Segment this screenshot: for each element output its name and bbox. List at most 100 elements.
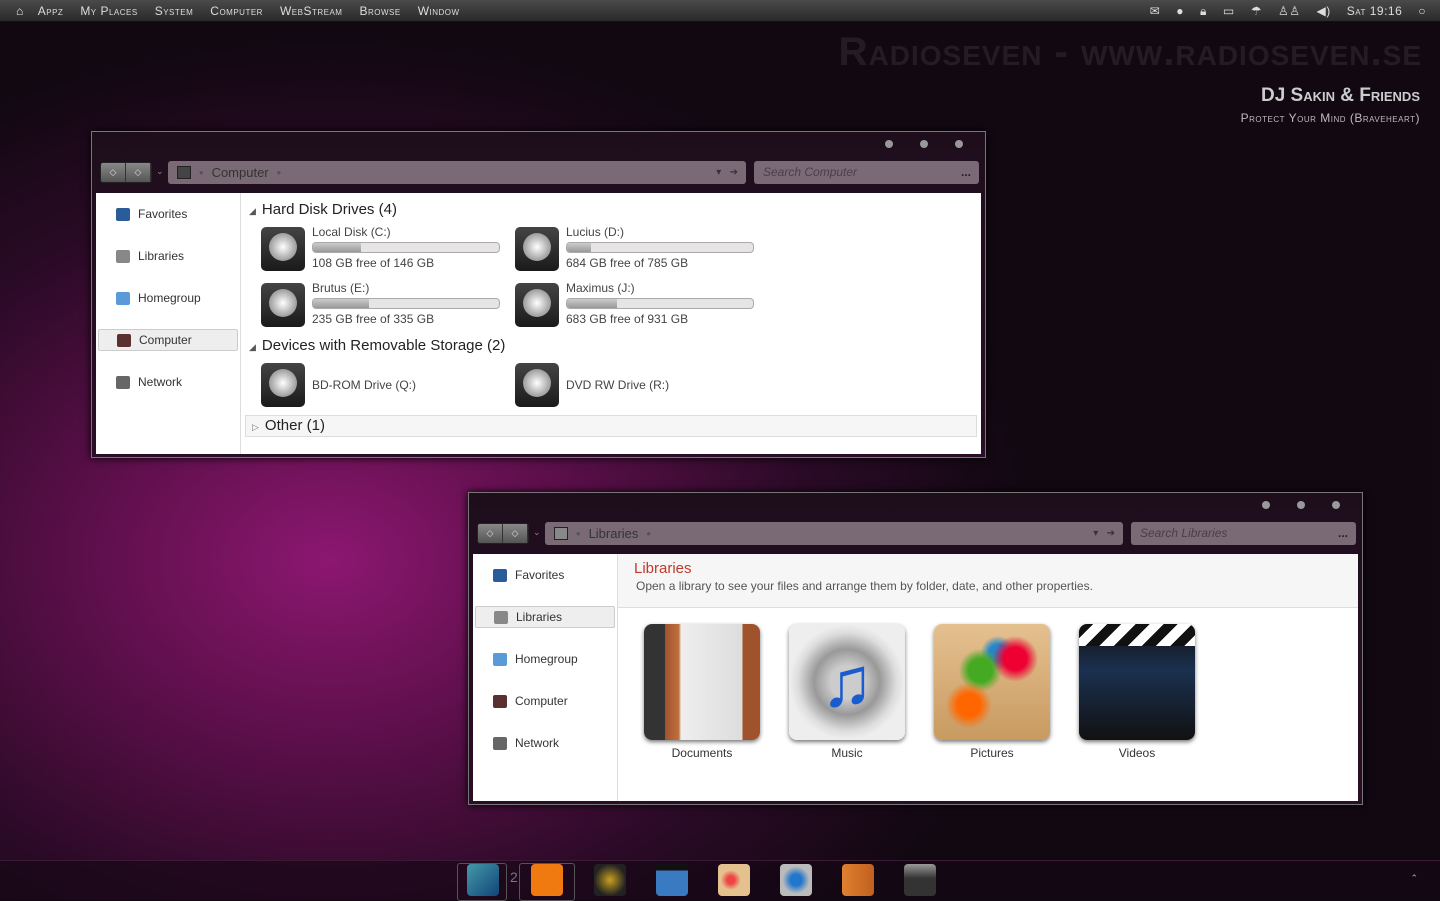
- clock[interactable]: Sat 19:16: [1347, 4, 1403, 18]
- menu-browse[interactable]: Browse: [359, 4, 400, 18]
- drive-j[interactable]: Maximus (J:) 683 GB free of 931 GB: [515, 281, 765, 329]
- group-hard-disk-drives[interactable]: ◢ Hard Disk Drives (4): [249, 201, 397, 218]
- address-dropdown-icon[interactable]: ▾ ➔: [716, 167, 738, 178]
- search-input[interactable]: Search Computer...: [754, 161, 979, 184]
- usage-bar: [312, 242, 500, 253]
- window-controls: [885, 140, 963, 148]
- libraries-pane: Libraries Open a library to see your fil…: [618, 554, 1358, 801]
- usage-bar: [566, 242, 754, 253]
- optical-drive-icon: [515, 363, 559, 407]
- volume-icon[interactable]: ◀): [1317, 4, 1331, 18]
- star-icon: [493, 568, 507, 582]
- hard-drive-icon: [261, 283, 305, 327]
- network-icon[interactable]: ☂: [1251, 4, 1262, 18]
- recycle-bin-dock-icon[interactable]: [904, 864, 936, 896]
- drive-q[interactable]: BD-ROM Drive (Q:): [261, 363, 511, 409]
- sidebar-item-favorites[interactable]: Favorites: [475, 564, 615, 586]
- back-button[interactable]: ◇: [478, 524, 503, 543]
- library-videos[interactable]: Videos: [1077, 624, 1197, 760]
- search-input[interactable]: Search Libraries...: [1131, 522, 1356, 545]
- network-icon: [116, 375, 130, 389]
- sidebar-item-computer[interactable]: Computer: [475, 690, 615, 712]
- transfer-dock-icon[interactable]: [842, 864, 874, 896]
- forward-button[interactable]: ◇: [503, 524, 528, 543]
- library-icon: [116, 249, 130, 263]
- sidebar-item-homegroup[interactable]: Homegroup: [475, 648, 615, 670]
- content-area: Favorites Libraries Homegroup Computer N…: [473, 554, 1358, 801]
- group-other[interactable]: ▷ Other (1): [245, 415, 977, 437]
- documents-icon: [644, 624, 760, 740]
- bat-app-dock-icon[interactable]: [594, 864, 626, 896]
- menu-appz[interactable]: Appz: [38, 4, 64, 18]
- group-removable-storage[interactable]: ◢ Devices with Removable Storage (2): [249, 337, 505, 354]
- library-pictures[interactable]: Pictures: [932, 624, 1052, 760]
- menu-my-places[interactable]: My Places: [80, 4, 137, 18]
- history-dropdown[interactable]: ⌄: [156, 166, 164, 177]
- sidebar-item-computer[interactable]: Computer: [98, 329, 238, 351]
- sidebar-item-network[interactable]: Network: [98, 371, 238, 393]
- video-player-dock-icon[interactable]: [656, 864, 688, 896]
- search-icon[interactable]: ○: [1418, 4, 1426, 18]
- nav-buttons: ◇ ◇: [477, 523, 529, 544]
- drives-pane: ◢ Hard Disk Drives (4) Local Disk (C:) 108…: [241, 193, 981, 454]
- libraries-heading: Libraries: [634, 560, 692, 577]
- menu-computer[interactable]: Computer: [210, 4, 263, 18]
- address-bar[interactable]: • Libraries • ▾ ➔: [545, 522, 1123, 545]
- menu-system[interactable]: System: [155, 4, 194, 18]
- sidebar-item-favorites[interactable]: Favorites: [98, 203, 238, 225]
- close-button[interactable]: [955, 140, 963, 148]
- sidebar-item-libraries[interactable]: Libraries: [98, 245, 238, 267]
- home-icon[interactable]: ⌂: [16, 4, 24, 18]
- computer-window: ◇ ◇ ⌄ • Computer • ▾ ➔ Search Computer... Fa…: [91, 131, 986, 458]
- library-documents[interactable]: Documents: [642, 624, 762, 760]
- itunes-dock-icon[interactable]: [780, 864, 812, 896]
- finder-dock-icon[interactable]: [467, 864, 499, 896]
- sidebar-item-network[interactable]: Network: [475, 732, 615, 754]
- users-icon[interactable]: ♙♙: [1278, 4, 1301, 18]
- back-button[interactable]: ◇: [101, 163, 126, 182]
- usage-bar: [312, 298, 500, 309]
- sidebar-item-libraries[interactable]: Libraries: [475, 606, 615, 628]
- star-icon: [116, 207, 130, 221]
- lock-icon[interactable]: 🔒︎: [1200, 4, 1207, 19]
- sidebar: Favorites Libraries Homegroup Computer N…: [96, 193, 241, 454]
- usage-fill: [313, 243, 362, 252]
- minimize-button[interactable]: [885, 140, 893, 148]
- computer-icon: [117, 333, 131, 347]
- drive-c[interactable]: Local Disk (C:) 108 GB free of 146 GB: [261, 225, 511, 273]
- forward-button[interactable]: ◇: [126, 163, 151, 182]
- menu-window[interactable]: Window: [418, 4, 460, 18]
- optical-drive-icon: [261, 363, 305, 407]
- menu-webstream[interactable]: WebStream: [280, 4, 343, 18]
- minimize-button[interactable]: [1262, 501, 1270, 509]
- music-icon: ♫: [789, 624, 905, 740]
- history-dropdown[interactable]: ⌄: [533, 527, 541, 538]
- drive-e[interactable]: Brutus (E:) 235 GB free of 335 GB: [261, 281, 511, 329]
- usage-bar: [566, 298, 754, 309]
- maximize-button[interactable]: [1297, 501, 1305, 509]
- hard-drive-icon: [261, 227, 305, 271]
- dock-expand-icon[interactable]: ⌃: [1410, 873, 1418, 884]
- videos-icon: [1079, 624, 1195, 740]
- firefox-dock-icon[interactable]: [531, 864, 563, 896]
- libraries-window: ◇ ◇ ⌄ • Libraries • ▾ ➔ Search Libraries... …: [468, 492, 1363, 805]
- content-area: Favorites Libraries Homegroup Computer N…: [96, 193, 981, 454]
- close-button[interactable]: [1332, 501, 1340, 509]
- maximize-button[interactable]: [920, 140, 928, 148]
- monitor-icon[interactable]: ▭: [1223, 4, 1235, 18]
- paint-dock-icon[interactable]: [718, 864, 750, 896]
- homegroup-icon: [116, 291, 130, 305]
- drive-r[interactable]: DVD RW Drive (R:): [515, 363, 765, 409]
- chat-icon[interactable]: ●: [1176, 4, 1184, 18]
- address-bar[interactable]: • Computer • ▾ ➔: [168, 161, 746, 184]
- address-dropdown-icon[interactable]: ▾ ➔: [1093, 528, 1115, 539]
- library-music[interactable]: ♫ Music: [787, 624, 907, 760]
- computer-icon: [177, 166, 191, 179]
- mail-icon[interactable]: ✉: [1150, 4, 1161, 18]
- homegroup-icon: [493, 652, 507, 666]
- sidebar-item-homegroup[interactable]: Homegroup: [98, 287, 238, 309]
- usage-fill: [567, 243, 592, 252]
- nav-buttons: ◇ ◇: [100, 162, 152, 183]
- network-icon: [493, 736, 507, 750]
- drive-d[interactable]: Lucius (D:) 684 GB free of 785 GB: [515, 225, 765, 273]
